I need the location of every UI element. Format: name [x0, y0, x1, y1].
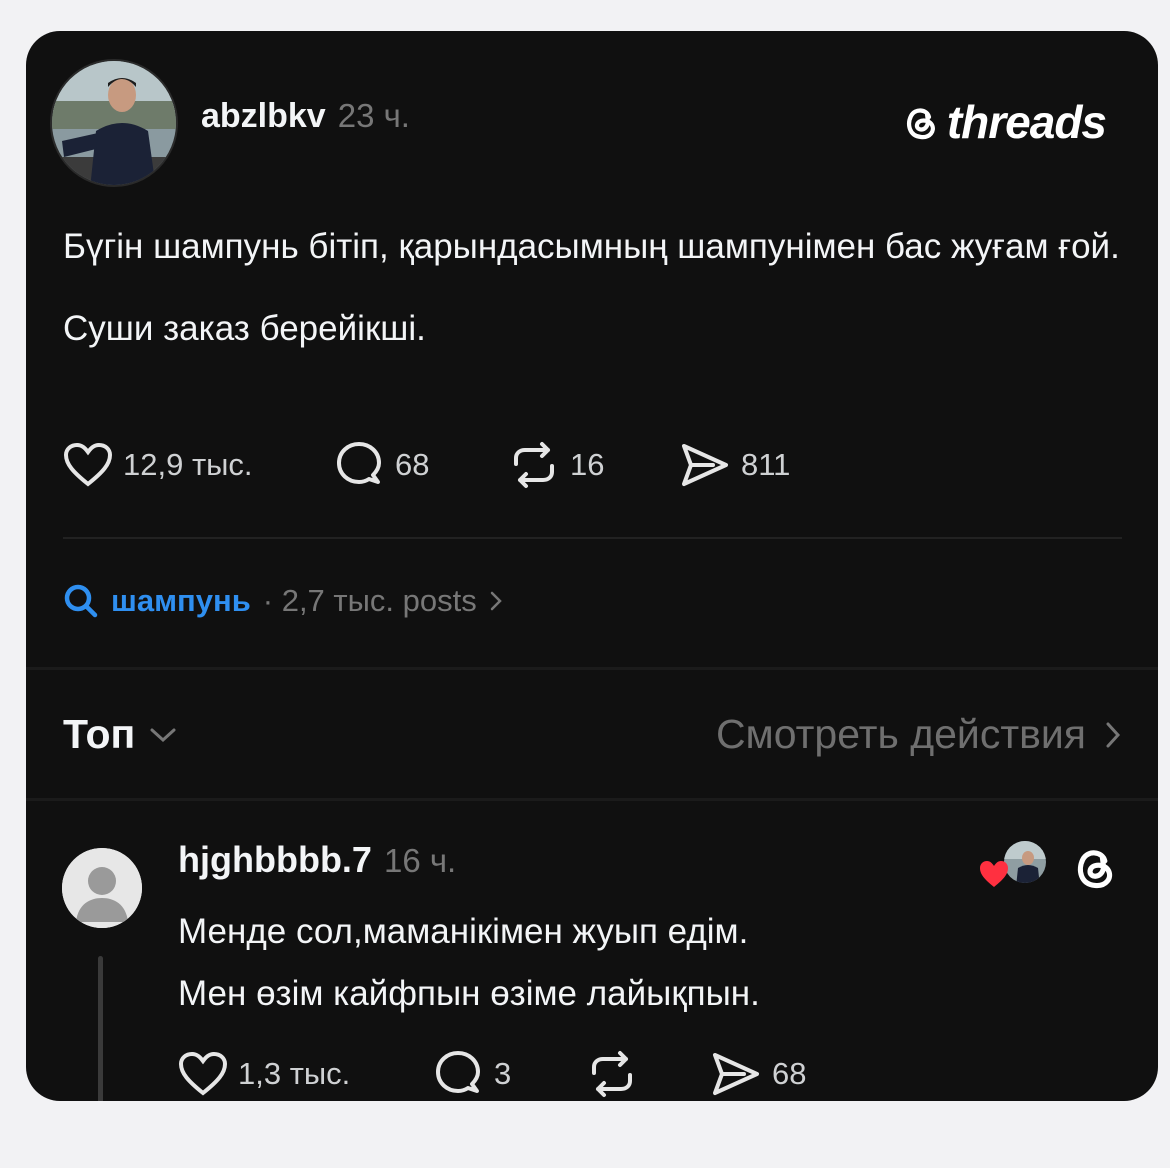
- like-button[interactable]: 12,9 тыс.: [63, 442, 335, 488]
- comment-icon: [337, 442, 381, 484]
- chevron-down-icon: [150, 728, 176, 742]
- threads-logo-icon: [1077, 850, 1113, 889]
- topic-name[interactable]: шампунь: [111, 583, 251, 619]
- repost-button[interactable]: 16: [508, 440, 679, 490]
- repost-button[interactable]: [586, 1049, 710, 1099]
- divider: [26, 798, 1158, 801]
- reply-header: hjghbbbb.7 16 ч.: [178, 839, 456, 881]
- share-button[interactable]: 68: [710, 1050, 806, 1098]
- post-body: Бүгін шампунь бітіп, қарындасымның шампу…: [63, 219, 1123, 383]
- post-paragraph: Бүгін шампунь бітіп, қарындасымның шампу…: [63, 227, 1120, 266]
- author-avatar[interactable]: [50, 59, 178, 187]
- reply-avatar[interactable]: [62, 848, 142, 928]
- author-username[interactable]: abzlbkv: [201, 97, 326, 136]
- threads-wordmark: threads: [946, 96, 1107, 148]
- threads-logo-icon: [906, 108, 935, 140]
- repost-icon: [592, 1051, 632, 1097]
- share-button[interactable]: 811: [679, 441, 790, 489]
- reply-count: 68: [395, 447, 430, 482]
- like-count: 12,9 тыс.: [123, 447, 253, 482]
- sort-label: Топ: [63, 711, 136, 757]
- post-actions: 12,9 тыс. 68 16 811: [63, 440, 790, 490]
- liked-by-author[interactable]: [978, 839, 1048, 891]
- search-icon: [64, 584, 98, 618]
- share-icon: [713, 1053, 759, 1095]
- sort-dropdown[interactable]: Топ: [63, 711, 177, 758]
- post-time: 23 ч.: [337, 97, 410, 134]
- chevron-right-icon: [490, 591, 502, 611]
- share-icon: [682, 444, 728, 486]
- share-count: 68: [772, 1056, 807, 1091]
- topic-link[interactable]: шампунь · 2,7 тыс. posts: [63, 583, 503, 619]
- post-card: abzlbkv 23 ч. threads Бүгін шампунь біті…: [26, 31, 1158, 1101]
- post-header: abzlbkv 23 ч.: [201, 97, 410, 136]
- heart-icon: [980, 861, 1008, 887]
- comment-icon: [436, 1051, 480, 1093]
- chevron-right-icon: [1106, 722, 1121, 747]
- replies-sort-bar: Топ Смотреть действия: [63, 711, 1122, 758]
- share-count: 811: [741, 447, 791, 482]
- like-count: 1,3 тыс.: [238, 1056, 351, 1091]
- reply-count: 3: [494, 1056, 512, 1091]
- reply-line: Менде сол,маманікімен жуып едім.: [178, 912, 749, 951]
- topic-post-count: · 2,7 тыс. posts: [262, 583, 477, 618]
- like-button[interactable]: 1,3 тыс.: [178, 1051, 434, 1097]
- divider: [63, 537, 1122, 539]
- threads-brand: threads: [899, 95, 1107, 149]
- reply-line: Мен өзім кайфпын өзіме лайықпын.: [178, 974, 760, 1013]
- heart-icon: [63, 442, 113, 487]
- thread-line: [98, 956, 103, 1101]
- repost-icon: [514, 442, 554, 488]
- heart-icon: [178, 1051, 228, 1096]
- reply-body: Менде сол,маманікімен жуып едім. Мен өзі…: [178, 901, 760, 1025]
- reply-username[interactable]: hjghbbbb.7: [178, 839, 372, 881]
- reply-actions: 1,3 тыс. 3 68: [178, 1049, 806, 1099]
- reply-button[interactable]: 3: [434, 1049, 586, 1099]
- view-activity-label: Смотреть действия: [715, 711, 1086, 757]
- reply-button[interactable]: 68: [335, 440, 508, 490]
- repost-count: 16: [570, 447, 605, 482]
- reply-time: 16 ч.: [383, 842, 457, 879]
- post-paragraph: Суши заказ берейікші.: [63, 309, 426, 348]
- divider: [26, 667, 1158, 670]
- view-activity-link[interactable]: Смотреть действия: [716, 711, 1122, 758]
